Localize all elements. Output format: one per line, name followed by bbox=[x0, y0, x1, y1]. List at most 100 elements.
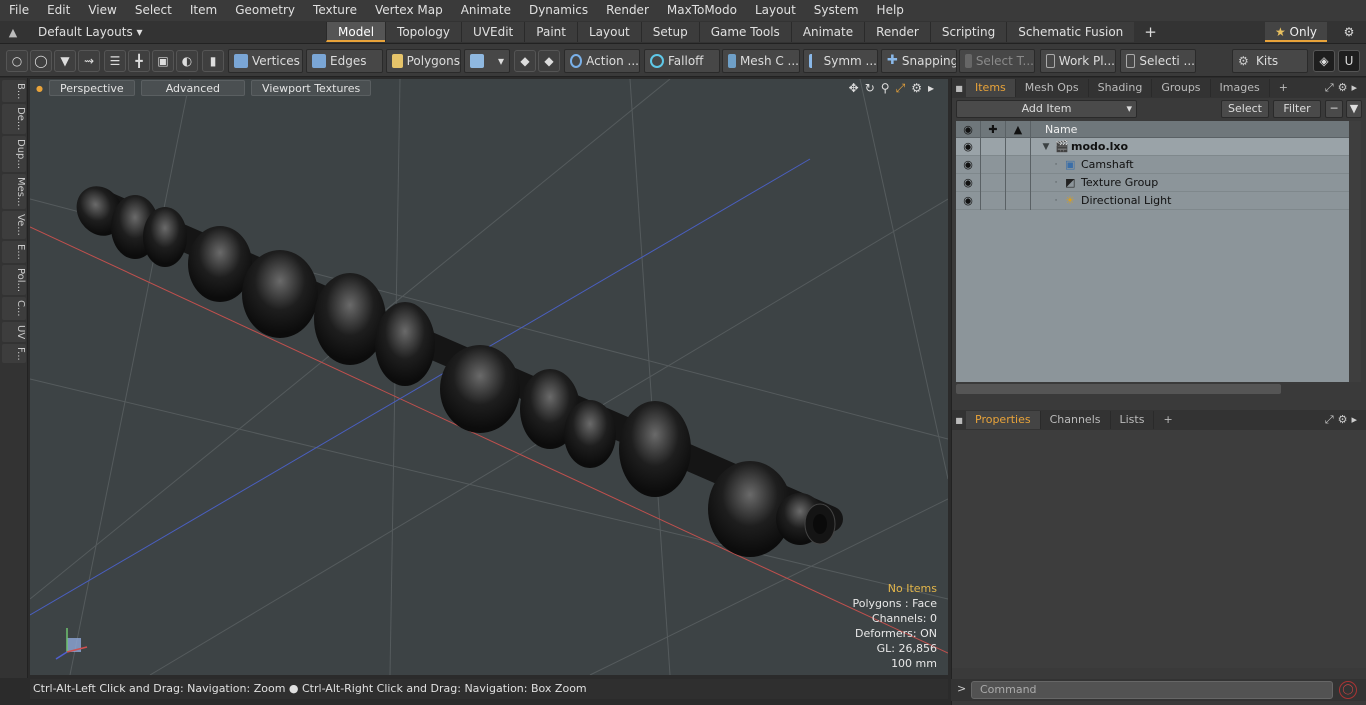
menu-maxtomodo[interactable]: MaxToModo bbox=[658, 0, 746, 21]
select-circle-icon[interactable]: ○ bbox=[6, 50, 28, 72]
left-tab-8[interactable]: UV bbox=[2, 321, 26, 342]
tab-uvedit[interactable]: UVEdit bbox=[461, 22, 525, 42]
left-tab-6[interactable]: Pol... bbox=[2, 264, 26, 295]
left-tab-9[interactable]: F... bbox=[2, 343, 26, 364]
lock-slot[interactable] bbox=[981, 137, 1006, 156]
tab-game-tools[interactable]: Game Tools bbox=[698, 22, 791, 42]
polygons-button[interactable]: Polygons bbox=[386, 49, 461, 73]
tab-properties[interactable]: Properties bbox=[966, 411, 1041, 429]
menu-animate[interactable]: Animate bbox=[452, 0, 520, 21]
add-item-dropdown[interactable]: Add Item ▾ bbox=[956, 100, 1137, 118]
fit-view-icon[interactable]: ⤢ bbox=[896, 81, 906, 96]
symmetry-button[interactable]: Symm ... bbox=[803, 49, 878, 73]
zoom-view-icon[interactable]: ⚲ bbox=[881, 81, 890, 96]
tab-render[interactable]: Render bbox=[864, 22, 930, 42]
viewport-textures-button[interactable]: Viewport Textures bbox=[251, 80, 372, 96]
left-tab-1[interactable]: De... bbox=[2, 104, 26, 134]
brush-icon[interactable]: ⇝ bbox=[78, 50, 100, 72]
advanced-button[interactable]: Advanced bbox=[140, 80, 246, 96]
viewport-menu-dot-icon[interactable]: ● bbox=[36, 84, 43, 93]
props-controls-icon[interactable]: ⤢⚙▸ bbox=[1325, 413, 1361, 427]
tab-lists[interactable]: Lists bbox=[1111, 411, 1155, 429]
command-input[interactable]: Command bbox=[971, 681, 1333, 699]
tab-items[interactable]: Items bbox=[966, 79, 1016, 97]
action-center-button[interactable]: Action ... bbox=[564, 49, 640, 73]
kits-button[interactable]: ⚙ Kits bbox=[1232, 49, 1308, 73]
pivot-icon[interactable]: ▣ bbox=[152, 50, 174, 72]
props-menu-dot-icon[interactable]: ■ bbox=[952, 416, 966, 425]
sym-shield-icon[interactable]: ◆ bbox=[538, 50, 560, 72]
lasso-icon[interactable]: ▼ bbox=[54, 50, 76, 72]
panel-controls-icon[interactable]: ⤢⚙▸ bbox=[1325, 81, 1361, 95]
select-through-button[interactable]: Select T... bbox=[959, 49, 1035, 73]
visibility-column-icon[interactable]: ◉ bbox=[956, 121, 981, 137]
snapping-button[interactable]: ✚ Snapping bbox=[881, 49, 957, 73]
tab-model[interactable]: Model bbox=[326, 22, 386, 42]
only-toggle[interactable]: ★ Only bbox=[1265, 22, 1327, 42]
vertices-button[interactable]: Vertices bbox=[228, 49, 303, 73]
items-horizontal-scrollbar[interactable] bbox=[956, 384, 1281, 394]
tab-layout[interactable]: Layout bbox=[576, 22, 641, 42]
viewport-settings-icon[interactable]: ⚙ bbox=[911, 81, 922, 96]
menu-item[interactable]: Item bbox=[181, 0, 226, 21]
item-row[interactable]: ◉ ▼ 🎬 modo.lxo bbox=[956, 137, 1349, 156]
command-history-icon[interactable]: ◯ bbox=[1339, 681, 1357, 699]
move-view-icon[interactable]: ✥ bbox=[849, 81, 859, 96]
filter-button[interactable]: Filter bbox=[1273, 100, 1321, 118]
expand-arrow-icon[interactable]: ▼ bbox=[1037, 142, 1055, 152]
mesh-constraint-button[interactable]: Mesh C ... bbox=[722, 49, 800, 73]
add-panel-tab-icon[interactable]: + bbox=[1270, 79, 1297, 97]
collapse-arrow-icon[interactable]: ▲ bbox=[0, 26, 26, 39]
render-column-icon[interactable]: ▲ bbox=[1006, 121, 1031, 137]
menu-view[interactable]: View bbox=[79, 0, 125, 21]
eye-icon[interactable]: ◉ bbox=[956, 137, 981, 156]
item-row[interactable]: ◉ · ▣ Camshaft bbox=[956, 155, 1349, 174]
edges-button[interactable]: Edges bbox=[306, 49, 383, 73]
menu-geometry[interactable]: Geometry bbox=[226, 0, 304, 21]
shield-icon[interactable]: ▮ bbox=[202, 50, 224, 72]
tab-animate[interactable]: Animate bbox=[790, 22, 865, 42]
menu-file[interactable]: File bbox=[0, 0, 38, 21]
menu-select[interactable]: Select bbox=[126, 0, 181, 21]
orbit-view-icon[interactable]: ↻ bbox=[865, 81, 875, 96]
render-slot[interactable] bbox=[1006, 191, 1031, 210]
camshaft-model[interactable] bbox=[67, 177, 843, 557]
perspective-button[interactable]: Perspective bbox=[48, 80, 135, 96]
left-tab-7[interactable]: C... bbox=[2, 296, 26, 320]
falloff-button[interactable]: Falloff bbox=[644, 49, 720, 73]
layouts-dropdown[interactable]: Default Layouts ▾ bbox=[26, 25, 326, 39]
funnel-icon[interactable]: ▼ bbox=[1346, 100, 1362, 118]
add-tab-icon[interactable]: + bbox=[1134, 23, 1167, 41]
left-tab-2[interactable]: Dup... bbox=[2, 135, 26, 172]
item-row[interactable]: ◉ · ◩ Texture Group bbox=[956, 173, 1349, 192]
menu-vertex-map[interactable]: Vertex Map bbox=[366, 0, 452, 21]
render-slot[interactable] bbox=[1006, 173, 1031, 192]
center-icon[interactable]: ╋ bbox=[128, 50, 150, 72]
select-button[interactable]: Select bbox=[1221, 100, 1269, 118]
render-slot[interactable] bbox=[1006, 137, 1031, 156]
left-tab-0[interactable]: B... bbox=[2, 80, 26, 103]
name-column-header[interactable]: Name bbox=[1031, 123, 1077, 136]
menu-layout[interactable]: Layout bbox=[746, 0, 805, 21]
tab-channels[interactable]: Channels bbox=[1041, 411, 1111, 429]
tab-shading[interactable]: Shading bbox=[1089, 79, 1153, 97]
unity-icon[interactable]: ◈ bbox=[1313, 50, 1335, 72]
menu-edit[interactable]: Edit bbox=[38, 0, 79, 21]
lock-slot[interactable] bbox=[981, 191, 1006, 210]
lock-slot[interactable] bbox=[981, 173, 1006, 192]
menu-render[interactable]: Render bbox=[597, 0, 658, 21]
menu-texture[interactable]: Texture bbox=[304, 0, 366, 21]
align-icon[interactable]: ☰ bbox=[104, 50, 126, 72]
tab-scripting[interactable]: Scripting bbox=[929, 22, 1007, 42]
globe-icon[interactable]: ◯ bbox=[30, 50, 52, 72]
tab-topology[interactable]: Topology bbox=[385, 22, 462, 42]
item-row[interactable]: ◉ · ☀ Directional Light bbox=[956, 191, 1349, 210]
eye-icon[interactable]: ◉ bbox=[956, 191, 981, 210]
left-tab-3[interactable]: Mes... bbox=[2, 173, 26, 210]
lock-slot[interactable] bbox=[981, 155, 1006, 174]
add-props-tab-icon[interactable]: + bbox=[1154, 411, 1181, 429]
menu-dynamics[interactable]: Dynamics bbox=[520, 0, 597, 21]
selection-sets-button[interactable]: Selecti ... bbox=[1120, 49, 1196, 73]
menu-help[interactable]: Help bbox=[868, 0, 913, 21]
left-tab-5[interactable]: E... bbox=[2, 241, 26, 263]
